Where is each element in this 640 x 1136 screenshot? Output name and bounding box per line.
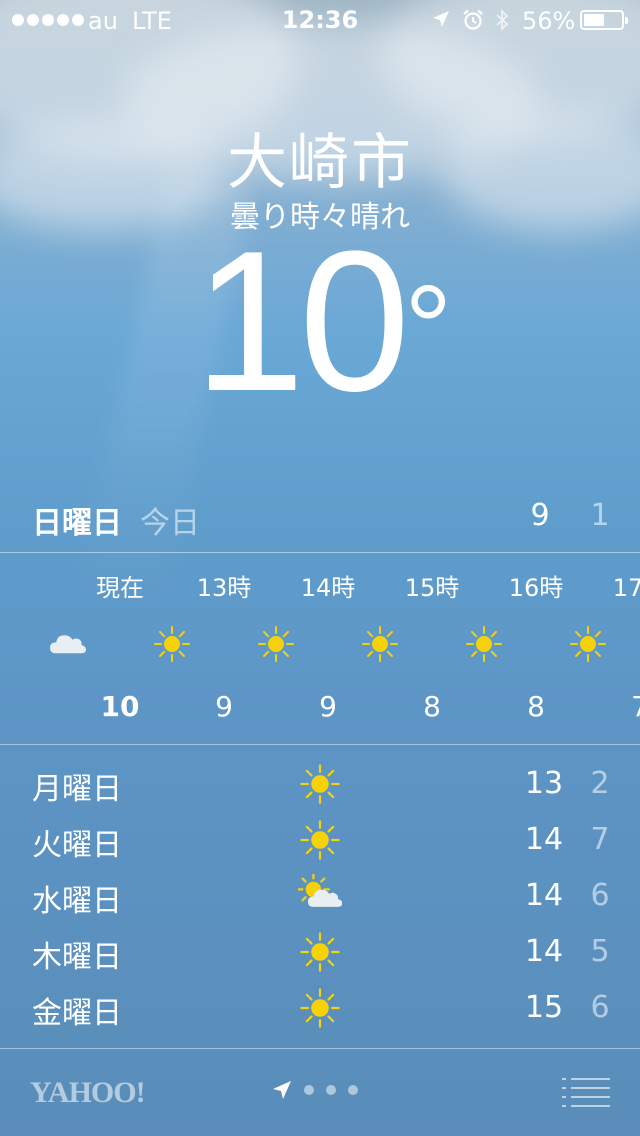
sun-icon <box>570 626 606 662</box>
sun-icon <box>362 626 398 662</box>
sun-icon <box>466 626 502 662</box>
today-summary-row: 日曜日 今日 9 1 <box>0 494 640 541</box>
daily-row: 木曜日 14 5 <box>0 926 640 982</box>
sun-icon <box>300 932 340 972</box>
current-temperature: 10° <box>0 222 640 422</box>
hourly-item: 13時 9 <box>120 560 251 740</box>
current-location-icon <box>273 1081 291 1099</box>
divider <box>0 744 640 745</box>
sun-icon <box>300 988 340 1028</box>
page-indicator[interactable] <box>272 1080 358 1100</box>
page-dot <box>326 1085 336 1095</box>
day-name: 火曜日 <box>32 828 122 863</box>
hour-temperature: 7 <box>631 690 640 723</box>
sun-icon <box>300 764 340 804</box>
day-low: 2 <box>590 766 610 801</box>
hour-label: 17時 <box>612 574 640 602</box>
page-dot <box>304 1085 314 1095</box>
hourly-item: 17時 7 <box>536 560 640 740</box>
city-name: 大崎市 <box>227 128 413 198</box>
city-list-icon[interactable] <box>562 1076 610 1108</box>
location-icon <box>433 11 449 27</box>
cloud-icon <box>50 635 86 654</box>
today-high: 9 <box>530 498 550 533</box>
daily-forecast[interactable]: 月曜日 13 2 火曜日 14 7 水曜日 14 6 木曜日 14 5 金曜日 … <box>0 758 640 1038</box>
today-low: 1 <box>590 498 610 533</box>
day-low: 7 <box>590 822 610 857</box>
alarm-icon <box>463 9 483 30</box>
daily-row: 火曜日 14 7 <box>0 814 640 870</box>
day-name: 金曜日 <box>32 996 122 1031</box>
today-day-name: 日曜日 <box>32 506 122 541</box>
yahoo-logo[interactable]: YAHOO! <box>30 1076 146 1110</box>
degree-symbol: ° <box>404 261 452 395</box>
sun-icon <box>300 820 340 860</box>
hourly-forecast[interactable]: 現在 10 13時 9 14時 9 15時 8 16時 8 17時 7 <box>16 560 640 740</box>
day-high: 14 <box>524 822 564 857</box>
day-high: 14 <box>524 878 564 913</box>
daily-row: 水曜日 14 6 <box>0 870 640 926</box>
battery-icon <box>580 10 628 30</box>
bluetooth-icon <box>496 8 509 32</box>
day-high: 15 <box>524 990 564 1025</box>
partly-cloudy-icon <box>298 874 342 907</box>
hourly-item: 16時 8 <box>432 560 563 740</box>
divider <box>0 1048 640 1049</box>
day-name: 木曜日 <box>32 940 122 975</box>
day-low: 6 <box>590 878 610 913</box>
sun-icon <box>154 626 190 662</box>
page-dot <box>348 1085 358 1095</box>
daily-row: 月曜日 13 2 <box>0 758 640 814</box>
day-high: 13 <box>524 766 564 801</box>
battery-percentage: 56% <box>522 7 576 35</box>
hourly-item: 現在 10 <box>16 560 144 740</box>
status-bar: au LTE 12:36 56% <box>0 0 640 40</box>
daily-row: 金曜日 15 6 <box>0 982 640 1038</box>
hourly-item: 14時 9 <box>224 560 355 740</box>
temperature-value: 10 <box>193 210 410 433</box>
day-high: 14 <box>524 934 564 969</box>
today-label: 今日 <box>140 506 200 541</box>
sun-icon <box>258 626 294 662</box>
divider <box>0 552 640 553</box>
day-low: 5 <box>590 934 610 969</box>
day-name: 月曜日 <box>32 772 122 807</box>
bottom-toolbar: YAHOO! <box>0 1050 640 1136</box>
hourly-item: 15時 8 <box>328 560 459 740</box>
day-name: 水曜日 <box>32 884 122 919</box>
day-low: 6 <box>590 990 610 1025</box>
